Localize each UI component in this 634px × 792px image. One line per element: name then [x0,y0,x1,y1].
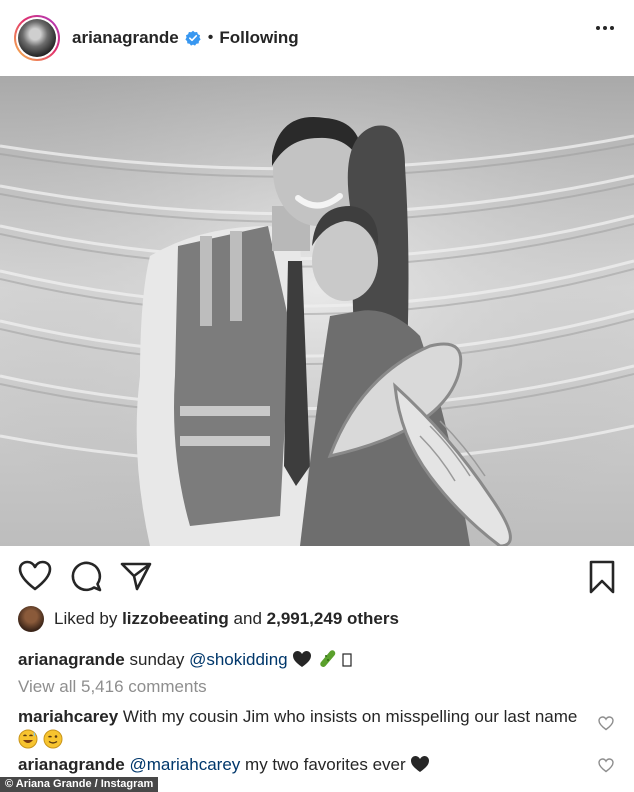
comment-item: arianagrande @mariahcarey my two favorit… [18,755,430,778]
black-heart-icon [292,650,312,673]
comment-like-heart-icon[interactable] [598,758,614,773]
bookmark-icon[interactable] [588,560,616,594]
comment-mention[interactable]: @mariahcarey [130,755,241,774]
liker-avatar[interactable] [18,606,44,632]
black-heart-icon [410,755,430,778]
post-actions [0,560,634,600]
post-caption: arianagrande sunday @shokidding [18,648,352,673]
share-icon[interactable] [120,560,152,592]
caption-mention[interactable]: @shokidding [189,650,288,669]
more-options-icon[interactable] [596,26,614,30]
liker-username[interactable]: lizzobeeating [122,609,229,629]
view-all-comments-link[interactable]: View all 5,416 comments [18,677,207,697]
comment-like-heart-icon[interactable] [598,716,614,731]
post-photo[interactable] [0,76,634,546]
comment-text: With my cousin Jim who insists on misspe… [122,707,578,726]
cucumber-icon [317,648,337,673]
unknown-glyph-icon [342,652,352,673]
following-button[interactable]: Following [219,28,298,48]
header-separator: • [207,29,214,46]
verified-badge-icon [185,30,201,46]
likes-prefix: Liked by [54,609,118,628]
comment-username[interactable]: arianagrande [18,755,125,774]
caption-username[interactable]: arianagrande [18,650,125,669]
likes-summary[interactable]: Liked by lizzobeeating and 2,991,249 oth… [18,606,399,632]
likes-count[interactable]: 2,991,249 others [267,609,399,629]
photo-credit: © Ariana Grande / Instagram [0,777,159,792]
comment-username[interactable]: mariahcarey [18,707,118,726]
avatar-image [18,19,56,57]
comment-icon[interactable] [70,560,102,592]
post-header: arianagrande • Following [0,0,634,76]
comment-item: mariahcarey With my cousin Jim who insis… [18,705,588,756]
heart-icon[interactable] [18,560,52,592]
comment-text: my two favorites ever [245,755,406,774]
winking-emoji-icon [43,729,63,756]
caption-text: sunday [129,650,185,669]
post-photo-illustration [0,76,634,546]
profile-avatar[interactable] [14,15,60,61]
grinning-sweat-emoji-icon [18,729,38,756]
likes-and: and [233,609,262,628]
header-username[interactable]: arianagrande [72,28,179,48]
